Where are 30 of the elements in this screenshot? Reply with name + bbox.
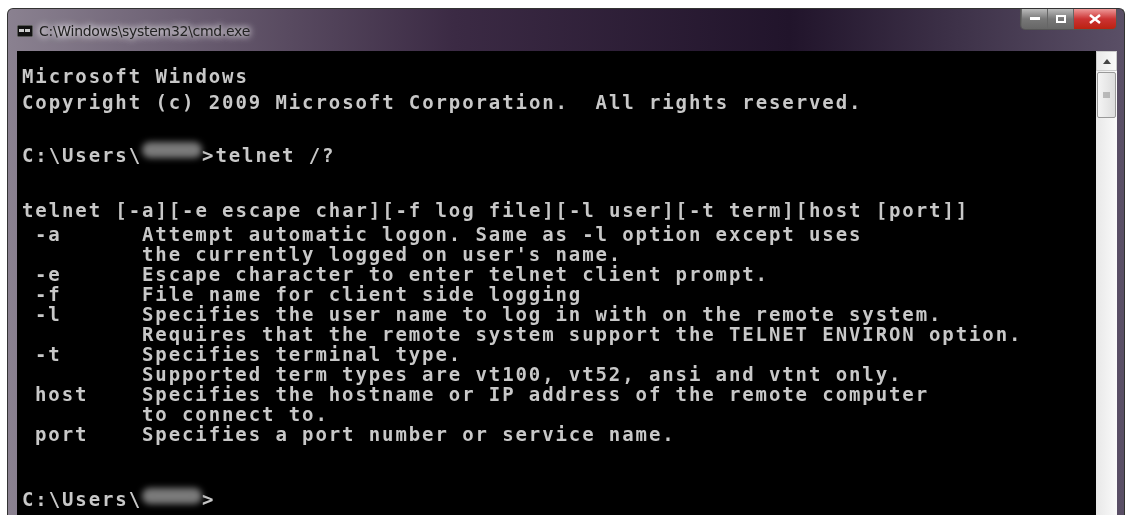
scroll-up-button[interactable] [1096,51,1117,71]
up-arrow-icon [1102,58,1111,64]
minimize-icon [1029,17,1040,21]
minimize-button[interactable] [1021,9,1047,29]
prompt-path: C:\Users\ [22,143,143,168]
option-flag-label: -a [35,223,62,245]
usage-line: telnet [-a][-e escape char][-f log file][-l user][-t term][host [port]] [22,199,970,221]
option-flag-label: port [35,423,89,445]
prompt-command: > [202,488,216,510]
console-icon [17,25,33,37]
option-flag-label: -t [35,343,62,365]
prompt-path: C:\Users\ [22,488,143,510]
option-description: Attempt automatic logon. Same as -l option except uses [142,223,863,245]
close-button[interactable] [1073,9,1116,29]
option-flag-label: -f [35,283,62,305]
close-icon [1089,14,1101,24]
prompt-command: >telnet /? [202,143,336,168]
console-line: Copyright (c) 2009 Microsoft Corporation. All rights reserved. [22,91,863,113]
option-flag-label: -e [35,263,62,285]
option-flag-label: host [35,383,89,405]
scroll-thumb[interactable] [1097,72,1116,118]
maximize-button[interactable] [1047,9,1073,29]
maximize-icon [1055,15,1066,23]
blurred-username [142,488,203,504]
window-title: C:\Windows\system32\cmd.exe [39,23,250,39]
scrollbar[interactable] [1096,51,1117,515]
option-description: Specifies a port number or service name. [142,423,676,445]
console-line: Microsoft Windows [22,65,249,87]
option-flag-label: -l [35,303,62,325]
blurred-username [142,142,203,158]
